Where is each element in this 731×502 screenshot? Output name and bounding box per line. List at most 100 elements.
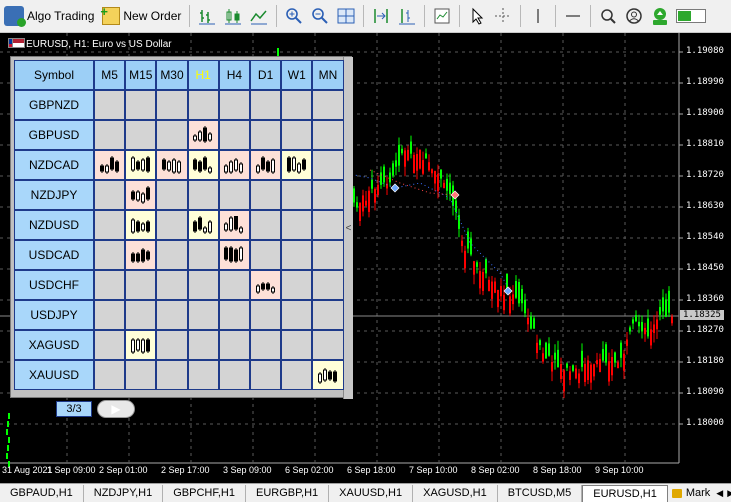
cell-nzdusd-m30[interactable] [156,210,188,240]
cell-usdjpy-d1[interactable] [250,300,282,330]
cell-xauusd-d1[interactable] [250,360,282,390]
cell-usdchf-m15[interactable] [125,270,157,300]
cell-nzdjpy-m30[interactable] [156,180,188,210]
cell-usdcad-w1[interactable] [281,240,313,270]
symbol-row-nzdusd[interactable]: NZDUSD [14,210,94,240]
cell-usdchf-h1[interactable] [187,270,219,300]
cell-gbpnzd-m15[interactable] [125,90,157,120]
cell-xagusd-m30[interactable] [156,330,188,360]
line-chart-icon[interactable] [248,5,270,27]
cell-nzdjpy-d1[interactable] [250,180,282,210]
cell-usdchf-m30[interactable] [156,270,188,300]
cell-nzdcad-w1[interactable] [281,150,313,180]
timeframe-header-m15[interactable]: M15 [125,60,157,90]
cell-xauusd-m5[interactable] [94,360,126,390]
cell-gbpusd-w1[interactable] [281,120,313,150]
cell-gbpnzd-h4[interactable] [218,90,250,120]
cell-nzdcad-mn[interactable] [312,150,344,180]
chart-tab[interactable]: BTCUSD,M5 [498,484,583,502]
cell-usdcad-m5[interactable] [94,240,126,270]
toggle-switch[interactable] [676,9,707,23]
timeframe-header-h4[interactable]: H4 [218,60,250,90]
cell-xagusd-h1[interactable] [187,330,219,360]
scroll-left-icon[interactable]: ◀ [716,488,723,499]
cell-xagusd-d1[interactable] [250,330,282,360]
cell-usdchf-d1[interactable] [250,270,282,300]
tab-overflow[interactable]: Mark ◀ ▶ [668,487,731,499]
cell-xauusd-h1[interactable] [187,360,219,390]
chart-tab[interactable]: NZDJPY,H1 [84,484,164,502]
cell-xagusd-h4[interactable] [218,330,250,360]
symbol-row-gbpusd[interactable]: GBPUSD [14,120,94,150]
cell-nzdcad-d1[interactable] [250,150,282,180]
search-icon[interactable] [597,5,619,27]
cell-gbpusd-h1[interactable] [187,120,219,150]
cell-nzdusd-w1[interactable] [281,210,313,240]
cell-usdjpy-m30[interactable] [156,300,188,330]
cell-usdcad-d1[interactable] [250,240,282,270]
cell-gbpusd-m15[interactable] [125,120,157,150]
symbol-row-usdcad[interactable]: USDCAD [14,240,94,270]
scroll-right-icon[interactable]: ▶ [727,488,731,499]
chart-tab[interactable]: EURGBP,H1 [246,484,330,502]
cell-xagusd-m15[interactable] [125,330,157,360]
timeframe-header-m5[interactable]: M5 [94,60,126,90]
cell-nzdjpy-m15[interactable] [125,180,157,210]
cell-usdchf-m5[interactable] [94,270,126,300]
cell-usdcad-h4[interactable] [218,240,250,270]
cell-gbpusd-mn[interactable] [312,120,344,150]
cell-nzdusd-mn[interactable] [312,210,344,240]
next-page-button[interactable]: ▶ [97,400,135,418]
crosshair-icon[interactable] [492,5,514,27]
cell-xagusd-m5[interactable] [94,330,126,360]
cell-usdjpy-w1[interactable] [281,300,313,330]
cell-usdcad-m30[interactable] [156,240,188,270]
cell-usdchf-h4[interactable] [218,270,250,300]
new-order-button[interactable]: New Order [98,3,185,29]
cell-nzdcad-h4[interactable] [218,150,250,180]
cell-nzdusd-d1[interactable] [250,210,282,240]
cell-xauusd-h4[interactable] [218,360,250,390]
cell-nzdusd-h1[interactable] [187,210,219,240]
zoom-out-icon[interactable] [309,5,331,27]
symbol-row-xagusd[interactable]: XAGUSD [14,330,94,360]
chart-tab[interactable]: GBPCHF,H1 [163,484,246,502]
cell-gbpnzd-mn[interactable] [312,90,344,120]
cell-usdchf-mn[interactable] [312,270,344,300]
symbol-row-usdchf[interactable]: USDCHF [14,270,94,300]
cell-nzdjpy-w1[interactable] [281,180,313,210]
cell-nzdcad-m5[interactable] [94,150,126,180]
cell-usdjpy-m15[interactable] [125,300,157,330]
templates-icon[interactable] [431,5,453,27]
timeframe-header-w1[interactable]: W1 [281,60,313,90]
symbol-row-nzdjpy[interactable]: NZDJPY [14,180,94,210]
cell-gbpusd-h4[interactable] [218,120,250,150]
chart-tab[interactable]: XAUUSD,H1 [329,484,414,502]
cell-usdchf-w1[interactable] [281,270,313,300]
cell-nzdjpy-h4[interactable] [218,180,250,210]
cell-gbpusd-d1[interactable] [250,120,282,150]
tile-windows-icon[interactable] [335,5,357,27]
chart-tab[interactable]: EURUSD,H1 [582,484,668,502]
symbol-row-gbpnzd[interactable]: GBPNZD [14,90,94,120]
cell-nzdcad-h1[interactable] [187,150,219,180]
cell-xagusd-w1[interactable] [281,330,313,360]
cell-nzdusd-m15[interactable] [125,210,157,240]
vertical-line-icon[interactable] [527,5,549,27]
cell-xauusd-w1[interactable] [281,360,313,390]
cell-usdcad-h1[interactable] [187,240,219,270]
symbol-row-usdjpy[interactable]: USDJPY [14,300,94,330]
account-icon[interactable] [623,5,645,27]
cell-gbpnzd-m30[interactable] [156,90,188,120]
cell-usdjpy-m5[interactable] [94,300,126,330]
cell-nzdusd-h4[interactable] [218,210,250,240]
cell-xagusd-mn[interactable] [312,330,344,360]
algo-trading-button[interactable]: Algo Trading [0,3,98,29]
cell-usdjpy-mn[interactable] [312,300,344,330]
candlestick-chart-icon[interactable] [222,5,244,27]
timeframe-header-mn[interactable]: MN [312,60,344,90]
chart-tab[interactable]: GBPAUD,H1 [0,484,84,502]
cell-usdcad-m15[interactable] [125,240,157,270]
cursor-icon[interactable] [466,5,488,27]
timeframe-header-h1[interactable]: H1 [187,60,219,90]
